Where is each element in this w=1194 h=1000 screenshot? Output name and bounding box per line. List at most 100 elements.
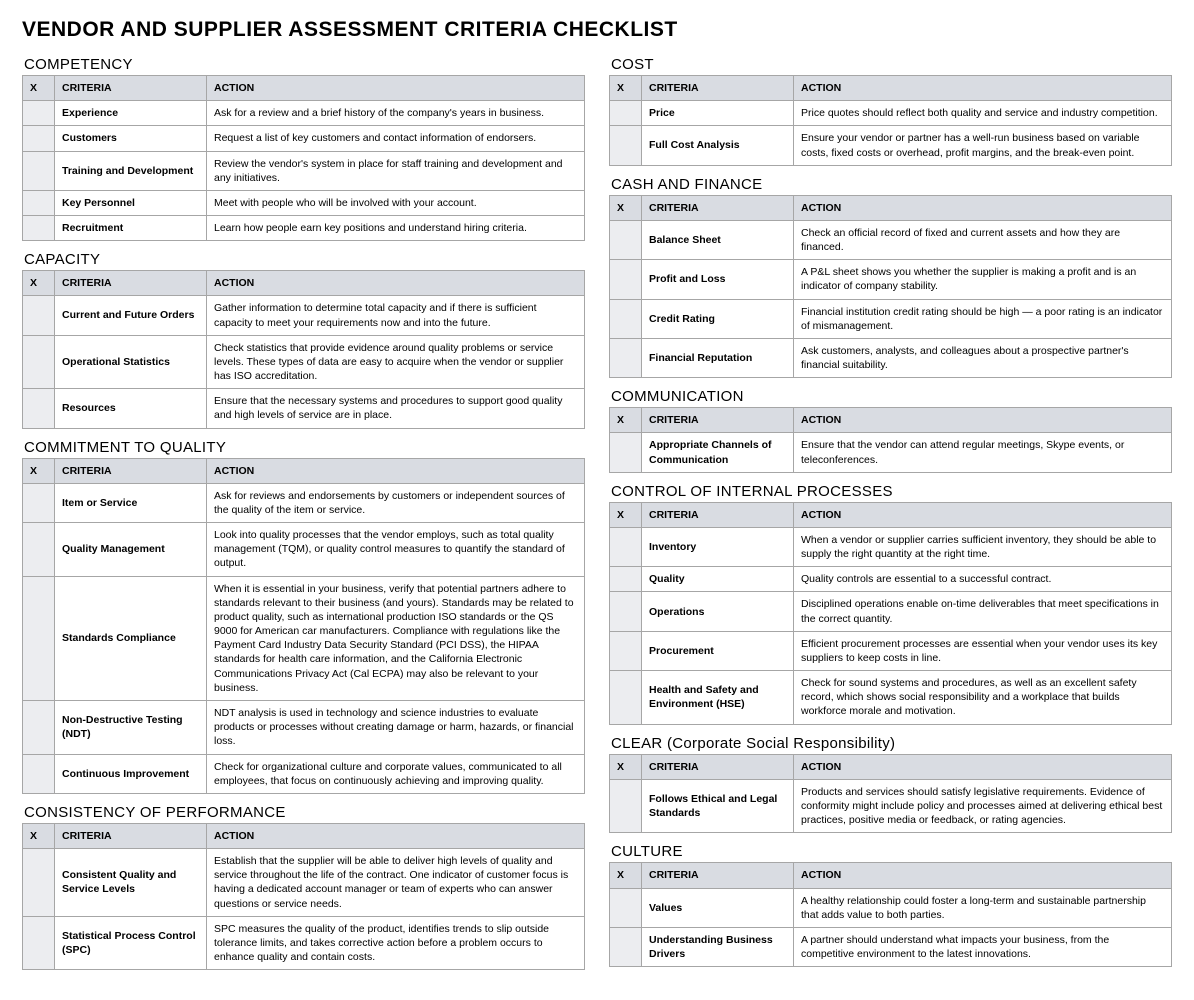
action-cell: NDT analysis is used in technology and s… bbox=[207, 700, 585, 754]
action-cell: When a vendor or supplier carries suffic… bbox=[794, 527, 1172, 566]
check-cell[interactable] bbox=[610, 220, 642, 259]
check-cell[interactable] bbox=[610, 592, 642, 631]
col-header-criteria: CRITERIA bbox=[642, 76, 794, 101]
criteria-cell: Training and Development bbox=[55, 151, 207, 190]
action-cell: Financial institution credit rating shou… bbox=[794, 299, 1172, 338]
check-cell[interactable] bbox=[23, 335, 55, 389]
check-cell[interactable] bbox=[610, 927, 642, 966]
criteria-cell: Follows Ethical and Legal Standards bbox=[642, 779, 794, 833]
check-cell[interactable] bbox=[610, 631, 642, 670]
action-cell: A healthy relationship could foster a lo… bbox=[794, 888, 1172, 927]
table-row: Follows Ethical and Legal StandardsProdu… bbox=[610, 779, 1172, 833]
table-row: Balance SheetCheck an official record of… bbox=[610, 220, 1172, 259]
check-cell[interactable] bbox=[23, 916, 55, 970]
check-cell[interactable] bbox=[610, 101, 642, 126]
table-row: Current and Future OrdersGather informat… bbox=[23, 296, 585, 335]
check-cell[interactable] bbox=[610, 338, 642, 377]
check-cell[interactable] bbox=[23, 754, 55, 793]
check-cell[interactable] bbox=[23, 101, 55, 126]
criteria-table: XCRITERIAACTIONFollows Ethical and Legal… bbox=[609, 754, 1172, 834]
criteria-cell: Inventory bbox=[642, 527, 794, 566]
table-row: OperationsDisciplined operations enable … bbox=[610, 592, 1172, 631]
check-cell[interactable] bbox=[23, 216, 55, 241]
criteria-table: XCRITERIAACTIONValuesA healthy relations… bbox=[609, 862, 1172, 967]
table-row: QualityQuality controls are essential to… bbox=[610, 567, 1172, 592]
criteria-table: XCRITERIAACTIONBalance SheetCheck an off… bbox=[609, 195, 1172, 379]
check-cell[interactable] bbox=[23, 576, 55, 700]
check-cell[interactable] bbox=[23, 126, 55, 151]
table-row: Profit and LossA P&L sheet shows you whe… bbox=[610, 260, 1172, 299]
action-cell: Review the vendor's system in place for … bbox=[207, 151, 585, 190]
check-cell[interactable] bbox=[610, 779, 642, 833]
criteria-cell: Recruitment bbox=[55, 216, 207, 241]
table-row: ValuesA healthy relationship could foste… bbox=[610, 888, 1172, 927]
check-cell[interactable] bbox=[23, 151, 55, 190]
table-row: Appropriate Channels of CommunicationEns… bbox=[610, 433, 1172, 472]
check-cell[interactable] bbox=[610, 433, 642, 472]
section-title: COMMITMENT TO QUALITY bbox=[24, 439, 585, 456]
check-cell[interactable] bbox=[610, 527, 642, 566]
col-header-criteria: CRITERIA bbox=[55, 76, 207, 101]
left-column: COMPETENCYXCRITERIAACTIONExperienceAsk f… bbox=[22, 46, 585, 970]
action-cell: Products and services should satisfy leg… bbox=[794, 779, 1172, 833]
col-header-x: X bbox=[610, 408, 642, 433]
action-cell: Disciplined operations enable on-time de… bbox=[794, 592, 1172, 631]
col-header-x: X bbox=[23, 458, 55, 483]
col-header-x: X bbox=[610, 754, 642, 779]
check-cell[interactable] bbox=[610, 260, 642, 299]
check-cell[interactable] bbox=[610, 671, 642, 725]
check-cell[interactable] bbox=[23, 483, 55, 522]
criteria-table: XCRITERIAACTIONAppropriate Channels of C… bbox=[609, 407, 1172, 473]
criteria-cell: Understanding Business Drivers bbox=[642, 927, 794, 966]
action-cell: Ask for reviews and endorsements by cust… bbox=[207, 483, 585, 522]
action-cell: Meet with people who will be involved wi… bbox=[207, 190, 585, 215]
action-cell: Request a list of key customers and cont… bbox=[207, 126, 585, 151]
col-header-x: X bbox=[610, 195, 642, 220]
table-row: ExperienceAsk for a review and a brief h… bbox=[23, 101, 585, 126]
col-header-criteria: CRITERIA bbox=[55, 271, 207, 296]
criteria-cell: Operations bbox=[642, 592, 794, 631]
table-row: Key PersonnelMeet with people who will b… bbox=[23, 190, 585, 215]
action-cell: Efficient procurement processes are esse… bbox=[794, 631, 1172, 670]
check-cell[interactable] bbox=[610, 567, 642, 592]
section-title: COST bbox=[611, 56, 1172, 73]
section-title: CLEAR (Corporate Social Responsibility) bbox=[611, 735, 1172, 752]
col-header-action: ACTION bbox=[794, 754, 1172, 779]
table-row: Financial ReputationAsk customers, analy… bbox=[610, 338, 1172, 377]
action-cell: Gather information to determine total ca… bbox=[207, 296, 585, 335]
check-cell[interactable] bbox=[23, 700, 55, 754]
table-row: Continuous ImprovementCheck for organiza… bbox=[23, 754, 585, 793]
action-cell: Quality controls are essential to a succ… bbox=[794, 567, 1172, 592]
table-row: InventoryWhen a vendor or supplier carri… bbox=[610, 527, 1172, 566]
col-header-action: ACTION bbox=[794, 863, 1172, 888]
action-cell: Check for organizational culture and cor… bbox=[207, 754, 585, 793]
check-cell[interactable] bbox=[23, 389, 55, 428]
criteria-cell: Item or Service bbox=[55, 483, 207, 522]
check-cell[interactable] bbox=[610, 126, 642, 165]
page-title: VENDOR AND SUPPLIER ASSESSMENT CRITERIA … bbox=[22, 18, 1172, 42]
check-cell[interactable] bbox=[23, 190, 55, 215]
col-header-action: ACTION bbox=[794, 195, 1172, 220]
check-cell[interactable] bbox=[23, 296, 55, 335]
table-row: PricePrice quotes should reflect both qu… bbox=[610, 101, 1172, 126]
criteria-cell: Continuous Improvement bbox=[55, 754, 207, 793]
criteria-cell: Price bbox=[642, 101, 794, 126]
criteria-cell: Non-Destructive Testing (NDT) bbox=[55, 700, 207, 754]
col-header-action: ACTION bbox=[794, 408, 1172, 433]
action-cell: Check statistics that provide evidence a… bbox=[207, 335, 585, 389]
col-header-action: ACTION bbox=[207, 271, 585, 296]
criteria-cell: Health and Safety and Environment (HSE) bbox=[642, 671, 794, 725]
check-cell[interactable] bbox=[610, 299, 642, 338]
criteria-cell: Balance Sheet bbox=[642, 220, 794, 259]
section-title: CONTROL OF INTERNAL PROCESSES bbox=[611, 483, 1172, 500]
check-cell[interactable] bbox=[610, 888, 642, 927]
col-header-criteria: CRITERIA bbox=[642, 408, 794, 433]
criteria-cell: Quality Management bbox=[55, 523, 207, 577]
table-row: Non-Destructive Testing (NDT)NDT analysi… bbox=[23, 700, 585, 754]
table-row: ProcurementEfficient procurement process… bbox=[610, 631, 1172, 670]
check-cell[interactable] bbox=[23, 523, 55, 577]
criteria-cell: Key Personnel bbox=[55, 190, 207, 215]
criteria-cell: Standards Compliance bbox=[55, 576, 207, 700]
check-cell[interactable] bbox=[23, 849, 55, 917]
col-header-criteria: CRITERIA bbox=[642, 195, 794, 220]
